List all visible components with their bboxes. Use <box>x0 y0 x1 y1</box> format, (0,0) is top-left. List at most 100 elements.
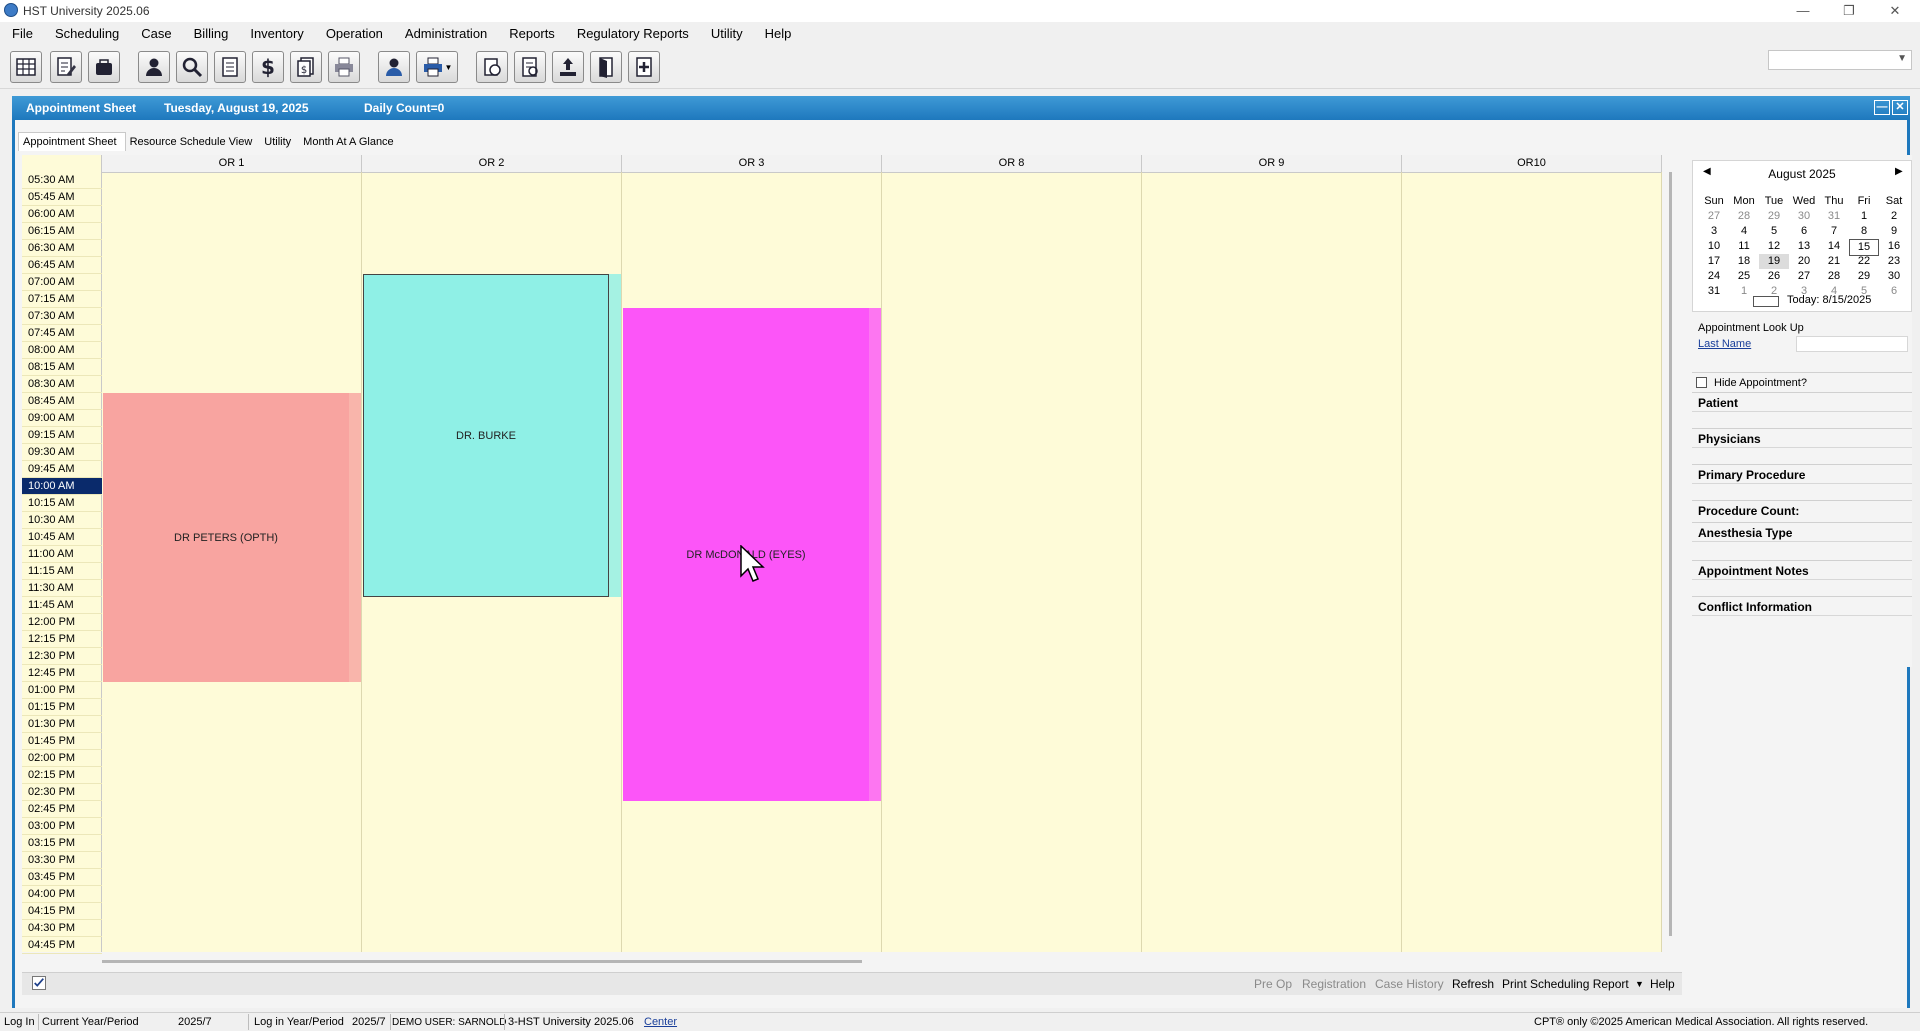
next-month-icon[interactable]: ▶ <box>1895 166 1903 177</box>
printer-dropdown-icon[interactable]: ▼ <box>416 51 458 83</box>
calendar-day[interactable]: 11 <box>1729 239 1759 254</box>
hide-appointment-checkbox[interactable] <box>1696 377 1707 388</box>
edit-document-icon[interactable] <box>50 51 82 83</box>
calendar-day[interactable]: 31 <box>1699 284 1729 299</box>
tab-utility[interactable]: Utility <box>260 133 299 151</box>
calendar-day[interactable]: 21 <box>1819 254 1849 269</box>
dollar-icon[interactable]: $ <box>252 51 284 83</box>
calendar-day[interactable]: 27 <box>1789 269 1819 284</box>
vertical-scrollbar[interactable] <box>1669 172 1672 936</box>
calendar-day[interactable]: 13 <box>1789 239 1819 254</box>
center-link[interactable]: Center <box>644 1016 677 1028</box>
calendar-day[interactable]: 16 <box>1879 239 1909 254</box>
ledger-icon[interactable] <box>214 51 246 83</box>
calendar-day[interactable]: 28 <box>1819 269 1849 284</box>
calendar-day[interactable]: 27 <box>1699 209 1729 224</box>
menu-inventory[interactable]: Inventory <box>238 22 313 46</box>
calendar-day[interactable]: 26 <box>1759 269 1789 284</box>
exit-door-icon[interactable] <box>590 51 622 83</box>
upload-icon[interactable] <box>552 51 584 83</box>
print-scheduling-report-button[interactable]: Print Scheduling Report <box>1502 977 1629 991</box>
registration-link[interactable]: Registration <box>1302 977 1366 991</box>
calendar-day[interactable]: 28 <box>1729 209 1759 224</box>
close-window-button[interactable]: ✕ <box>1872 0 1918 22</box>
calendar-day[interactable]: 23 <box>1879 254 1909 269</box>
calendar-day[interactable]: 10 <box>1699 239 1729 254</box>
pre-op-link[interactable]: Pre Op <box>1254 977 1292 991</box>
tab-resource-schedule-view[interactable]: Resource Schedule View <box>126 133 261 151</box>
today-link[interactable]: Today: 8/15/2025 <box>1787 294 1871 306</box>
calendar-day[interactable]: 8 <box>1849 224 1879 239</box>
menu-reports[interactable]: Reports <box>497 22 565 46</box>
calendar-day[interactable]: 5 <box>1759 224 1789 239</box>
appointment-block[interactable]: DR PETERS (OPTH) <box>103 393 349 682</box>
menu-case[interactable]: Case <box>129 22 181 46</box>
calendar-day[interactable]: 30 <box>1879 269 1909 284</box>
last-name-input[interactable] <box>1796 336 1908 352</box>
calendar-day[interactable]: 29 <box>1759 209 1789 224</box>
login-status[interactable]: Log In <box>4 1016 35 1028</box>
report-icon[interactable] <box>514 51 546 83</box>
refresh-link[interactable]: Refresh <box>1452 977 1494 991</box>
calendar-day[interactable]: 24 <box>1699 269 1729 284</box>
calendar-day[interactable]: 1 <box>1849 209 1879 224</box>
menu-administration[interactable]: Administration <box>393 22 497 46</box>
calendar-day[interactable]: 22 <box>1849 254 1879 269</box>
column-header-or10[interactable]: OR10 <box>1402 155 1662 172</box>
minimize-button[interactable]: — <box>1780 0 1826 22</box>
add-record-icon[interactable] <box>628 51 660 83</box>
calendar-day[interactable]: 6 <box>1879 284 1909 299</box>
patient-icon[interactable] <box>138 51 170 83</box>
menu-help[interactable]: Help <box>753 22 802 46</box>
appointment-block[interactable]: DR. BURKE <box>363 274 609 597</box>
calendar-day[interactable]: 31 <box>1819 209 1849 224</box>
calendar-day[interactable]: 12 <box>1759 239 1789 254</box>
physician-icon[interactable] <box>378 51 410 83</box>
calendar-day[interactable]: 4 <box>1729 224 1759 239</box>
calendar-day[interactable]: 2 <box>1879 209 1909 224</box>
calendar-day[interactable]: 20 <box>1789 254 1819 269</box>
calendar-day[interactable]: 9 <box>1879 224 1909 239</box>
column-header-or2[interactable]: OR 2 <box>362 155 622 172</box>
column-header-or1[interactable]: OR 1 <box>102 155 362 172</box>
case-folder-icon[interactable] <box>88 51 120 83</box>
top-right-dropdown[interactable]: ▼ <box>1768 50 1912 70</box>
menu-regulatory-reports[interactable]: Regulatory Reports <box>565 22 699 46</box>
menu-utility[interactable]: Utility <box>699 22 753 46</box>
menu-file[interactable]: File <box>0 22 43 46</box>
document-icon[interactable] <box>476 51 508 83</box>
tab-appointment-sheet[interactable]: Appointment Sheet <box>18 132 126 151</box>
search-icon[interactable] <box>176 51 208 83</box>
appointment-resize-strip[interactable] <box>609 274 621 597</box>
help-link[interactable]: Help <box>1650 977 1675 991</box>
last-name-label[interactable]: Last Name <box>1698 338 1751 350</box>
menu-billing[interactable]: Billing <box>182 22 239 46</box>
payments-icon[interactable]: $ <box>290 51 322 83</box>
restore-button[interactable]: ❐ <box>1826 0 1872 22</box>
column-header-or3[interactable]: OR 3 <box>622 155 882 172</box>
calendar-day[interactable]: 3 <box>1699 224 1729 239</box>
calendar-day[interactable]: 7 <box>1819 224 1849 239</box>
case-history-link[interactable]: Case History <box>1375 977 1444 991</box>
schedule-grid-icon[interactable] <box>10 51 42 83</box>
menu-scheduling[interactable]: Scheduling <box>43 22 129 46</box>
column-header-or8[interactable]: OR 8 <box>882 155 1142 172</box>
caret-down-icon[interactable]: ▼ <box>1635 979 1644 989</box>
calendar-day[interactable]: 18 <box>1729 254 1759 269</box>
calendar-day[interactable]: 19 <box>1759 254 1789 269</box>
column-header-or9[interactable]: OR 9 <box>1142 155 1402 172</box>
calendar-day[interactable]: 30 <box>1789 209 1819 224</box>
print-icon[interactable] <box>328 51 360 83</box>
menu-operation[interactable]: Operation <box>314 22 393 46</box>
calendar-day[interactable]: 14 <box>1819 239 1849 254</box>
close-child-button[interactable]: ✕ <box>1892 100 1908 115</box>
appointment-resize-strip[interactable] <box>349 393 361 682</box>
minimize-child-button[interactable]: — <box>1874 100 1890 115</box>
calendar-day[interactable]: 6 <box>1789 224 1819 239</box>
calendar-day[interactable]: 17 <box>1699 254 1729 269</box>
calendar-day[interactable]: 25 <box>1729 269 1759 284</box>
horizontal-scrollbar[interactable] <box>102 960 862 963</box>
appointment-resize-strip[interactable] <box>869 308 881 801</box>
calendar-day[interactable]: 29 <box>1849 269 1879 284</box>
checkbox-icon[interactable] <box>32 976 46 990</box>
